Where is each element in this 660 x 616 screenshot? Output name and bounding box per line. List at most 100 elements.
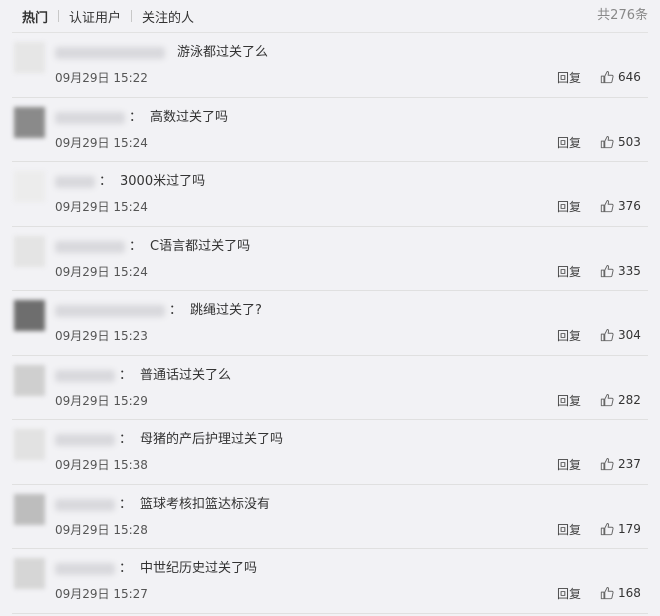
- reply-button[interactable]: 回复: [557, 456, 581, 473]
- comment-item: ： 篮球考核扣篮达标没有 09月29日 15:28 回复 179: [12, 485, 648, 549]
- colon: ：: [119, 367, 133, 383]
- like-button[interactable]: 237: [600, 457, 641, 471]
- timestamp: 09月29日 15:29: [55, 393, 148, 408]
- comment-text: 中世纪历史过关了吗: [140, 561, 258, 576]
- like-button[interactable]: 304: [600, 328, 641, 342]
- avatar[interactable]: [14, 558, 45, 589]
- comment-line: ： C语言都过关了吗: [55, 237, 250, 257]
- comment-text: 高数过关了吗: [150, 109, 229, 125]
- username-blurred[interactable]: [55, 111, 125, 124]
- comment-line: ： 跳绳过关了?: [55, 301, 262, 321]
- comment-item: ： 高数过关了吗 09月29日 15:24 回复 503: [12, 98, 648, 162]
- colon: ：: [119, 432, 133, 447]
- username-blurred[interactable]: [55, 47, 165, 59]
- comment-item: ： 中世纪历史过关了吗 09月29日 15:27 回复 168: [12, 549, 648, 614]
- tab-verified-users[interactable]: 认证用户: [59, 7, 131, 26]
- thumbs-up-icon: [600, 329, 614, 342]
- avatar[interactable]: [14, 429, 45, 460]
- like-count: 646: [618, 70, 641, 84]
- comment-item: ： C语言都过关了吗 09月29日 15:24 回复 335: [12, 227, 648, 291]
- username-blurred[interactable]: [55, 563, 115, 575]
- comment-text: 普通话过关了么: [140, 367, 232, 383]
- like-button[interactable]: 179: [600, 522, 641, 536]
- like-button[interactable]: 335: [600, 264, 641, 278]
- timestamp: 09月29日 15:38: [55, 458, 148, 472]
- comment-text: 母猪的产后护理过关了吗: [140, 432, 284, 447]
- colon: ：: [129, 109, 143, 125]
- comment-line: ： 中世纪历史过关了吗: [55, 559, 257, 579]
- comment-item: 游泳都过关了么 09月29日 15:22 回复 646: [12, 33, 648, 98]
- reply-button[interactable]: 回复: [557, 521, 581, 538]
- thumbs-up-icon: [600, 587, 614, 600]
- avatar[interactable]: [14, 171, 45, 202]
- colon: ：: [119, 561, 133, 576]
- comment-count: 共276条: [597, 8, 648, 23]
- avatar[interactable]: [14, 106, 45, 138]
- reply-button[interactable]: 回复: [557, 69, 581, 86]
- thumbs-up-icon: [600, 458, 614, 471]
- comment-text: 篮球考核扣篮达标没有: [140, 496, 271, 512]
- tab-hot[interactable]: 热门: [12, 7, 58, 26]
- tab-following[interactable]: 关注的人: [132, 7, 204, 26]
- like-button[interactable]: 646: [600, 70, 641, 84]
- like-button[interactable]: 376: [600, 199, 641, 213]
- reply-button[interactable]: 回复: [557, 585, 581, 602]
- thumbs-up-icon: [600, 264, 614, 277]
- comment-text: 游泳都过关了么: [177, 45, 269, 60]
- comment-text: C语言都过关了吗: [150, 238, 251, 254]
- colon: ：: [129, 238, 143, 254]
- timestamp: 09月29日 15:24: [55, 264, 148, 279]
- comment-line: ： 篮球考核扣篮达标没有: [55, 495, 270, 515]
- comment-list: 游泳都过关了么 09月29日 15:22 回复 646：高数过关了吗 09月29日 15…: [12, 33, 648, 614]
- username-blurred[interactable]: [55, 434, 115, 446]
- colon: ：: [99, 174, 113, 189]
- like-button[interactable]: 168: [600, 586, 641, 600]
- comment-item: ： 跳绳过关了? 09月29日 15:23 回复 304: [12, 291, 648, 356]
- colon: ：: [169, 303, 183, 318]
- like-count: 179: [618, 521, 641, 536]
- timestamp: 09月29日 15:27: [55, 587, 148, 601]
- username-blurred[interactable]: [55, 240, 125, 253]
- username-blurred[interactable]: [55, 176, 95, 188]
- like-button[interactable]: 503: [600, 135, 641, 149]
- avatar[interactable]: [14, 364, 45, 396]
- like-count: 304: [618, 328, 641, 342]
- like-button[interactable]: 282: [600, 393, 641, 407]
- thumbs-up-icon: [600, 393, 614, 406]
- thumbs-up-icon: [600, 135, 614, 148]
- like-count: 503: [618, 134, 641, 149]
- username-blurred[interactable]: [55, 498, 115, 511]
- timestamp: 09月29日 15:23: [55, 329, 148, 343]
- like-count: 237: [618, 457, 641, 471]
- like-count: 335: [618, 263, 641, 278]
- reply-button[interactable]: 回复: [557, 198, 581, 215]
- timestamp: 09月29日 15:24: [55, 135, 148, 150]
- avatar[interactable]: [14, 493, 45, 525]
- comment-line: ： 3000米过了吗: [55, 172, 205, 192]
- reply-button[interactable]: 回复: [557, 134, 581, 151]
- reply-button[interactable]: 回复: [557, 327, 581, 344]
- comment-line: ： 母猪的产后护理过关了吗: [55, 430, 283, 450]
- like-count: 282: [618, 392, 641, 407]
- timestamp: 09月29日 15:24: [55, 200, 148, 214]
- avatar[interactable]: [14, 42, 45, 73]
- comment-line: ： 高数过关了吗: [55, 108, 228, 128]
- thumbs-up-icon: [600, 522, 614, 535]
- reply-button[interactable]: 回复: [557, 263, 581, 280]
- tab-bar: 热门 认证用户 关注的人 共276条: [12, 0, 648, 33]
- thumbs-up-icon: [600, 71, 614, 84]
- comment-item: ： 母猪的产后护理过关了吗 09月29日 15:38 回复 237: [12, 420, 648, 485]
- comment-text: 跳绳过关了?: [190, 303, 262, 318]
- avatar[interactable]: [14, 235, 45, 267]
- username-blurred[interactable]: [55, 305, 165, 317]
- comment-line: ： 普通话过关了么: [55, 366, 231, 386]
- thumbs-up-icon: [600, 200, 614, 213]
- username-blurred[interactable]: [55, 369, 115, 382]
- like-count: 168: [618, 586, 641, 600]
- timestamp: 09月29日 15:22: [55, 71, 148, 85]
- avatar[interactable]: [14, 300, 45, 331]
- comment-line: 游泳都过关了么: [55, 43, 268, 63]
- reply-button[interactable]: 回复: [557, 392, 581, 409]
- colon: ：: [119, 496, 133, 512]
- timestamp: 09月29日 15:28: [55, 522, 148, 537]
